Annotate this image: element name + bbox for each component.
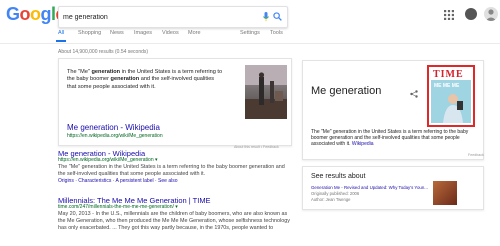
featured-snippet-url[interactable]: https://en.wikipedia.org/wiki/Me_generat… — [67, 133, 163, 139]
result-stats: About 14,900,000 results (0.54 seconds) — [58, 49, 149, 55]
magazine-masthead: TIME — [433, 69, 464, 80]
magazine-cover: TIME ME ME ME — [431, 69, 471, 123]
see-results-published: Originally published: 2006 — [311, 191, 360, 196]
see-results-author: Author: Jean Twenge — [311, 197, 351, 202]
photo-scene — [245, 65, 287, 119]
knowledge-panel-title: Me generation — [311, 85, 382, 97]
logo-letter: g — [40, 4, 52, 24]
knowledge-panel-description: The "Me" generation in the United States… — [311, 129, 481, 148]
knowledge-panel: Me generation TIME ME ME ME The "Me" gen… — [302, 60, 484, 160]
result-title[interactable]: Millennials: The Me Me Me Generation | T… — [58, 197, 290, 205]
result-url[interactable]: https://en.wikipedia.org/wiki/Me_generat… — [58, 157, 288, 164]
logo-letter: o — [19, 4, 31, 24]
wikipedia-link[interactable]: Wikipedia — [352, 141, 374, 147]
share-icon[interactable] — [410, 90, 418, 98]
search-result: Millennials: The Me Me Me Generation | T… — [58, 197, 290, 232]
magazine-cover-line: ME ME ME — [434, 83, 460, 89]
logo-letter: o — [30, 4, 41, 24]
featured-snippet: The "Me" generation in the United States… — [58, 58, 292, 146]
see-results-link[interactable]: Generation Me - Revised and Updated: Why… — [311, 185, 431, 190]
book-cover-thumbnail[interactable] — [433, 181, 457, 205]
microphone-icon[interactable] — [263, 12, 269, 22]
avatar[interactable] — [484, 7, 498, 21]
featured-snippet-image[interactable] — [245, 65, 287, 119]
featured-snippet-text: The "Me" generation in the United States… — [67, 69, 223, 91]
result-url[interactable]: time.com/247/millennials-the-me-me-me-ge… — [58, 204, 290, 211]
tab-videos[interactable]: Videos — [162, 30, 179, 36]
search-result: Me generation - Wikipedia https://en.wik… — [58, 150, 288, 185]
featured-snippet-title[interactable]: Me generation - Wikipedia — [67, 123, 160, 132]
result-snippet: May 20, 2013 - In the U.S., millennials … — [58, 211, 290, 231]
notifications-icon[interactable] — [465, 8, 477, 20]
logo-letter: G — [6, 4, 20, 24]
tab-tools[interactable]: Tools — [270, 30, 283, 36]
tab-all[interactable]: All — [58, 30, 64, 36]
feedback-link[interactable]: Feedback — [468, 153, 484, 157]
search-input[interactable] — [63, 7, 253, 27]
active-tab-indicator — [56, 40, 66, 42]
about-this-result[interactable]: About this result • Feedback — [234, 145, 279, 149]
snippet-bold: generation — [110, 76, 140, 83]
magazine-cover-image[interactable]: TIME ME ME ME — [427, 65, 475, 127]
see-results-heading: See results about — [311, 173, 366, 180]
tab-settings[interactable]: Settings — [240, 30, 260, 36]
search-icon[interactable] — [273, 12, 282, 21]
apps-grid-icon[interactable] — [443, 9, 455, 21]
result-title[interactable]: Me generation - Wikipedia — [58, 150, 288, 158]
description-text: The "Me" generation in the United States… — [311, 129, 469, 148]
result-snippet: The "Me" generation in the United States… — [58, 164, 285, 177]
avatar-icon — [485, 9, 497, 21]
tab-shopping[interactable]: Shopping — [78, 30, 101, 36]
tab-images[interactable]: Images — [134, 30, 152, 36]
see-results-about-card: See results about Generation Me - Revise… — [302, 166, 484, 210]
header-divider — [0, 43, 500, 44]
snippet-part: The "Me" — [67, 69, 92, 75]
search-box — [58, 6, 288, 28]
tab-more[interactable]: More — [188, 30, 201, 36]
result-sitelinks[interactable]: Origins · Characteristics · A persistent… — [58, 178, 288, 185]
google-logo[interactable]: Google — [6, 4, 66, 25]
tab-news[interactable]: News — [110, 30, 124, 36]
cover-person — [443, 94, 463, 123]
snippet-bold: generation — [91, 69, 121, 75]
